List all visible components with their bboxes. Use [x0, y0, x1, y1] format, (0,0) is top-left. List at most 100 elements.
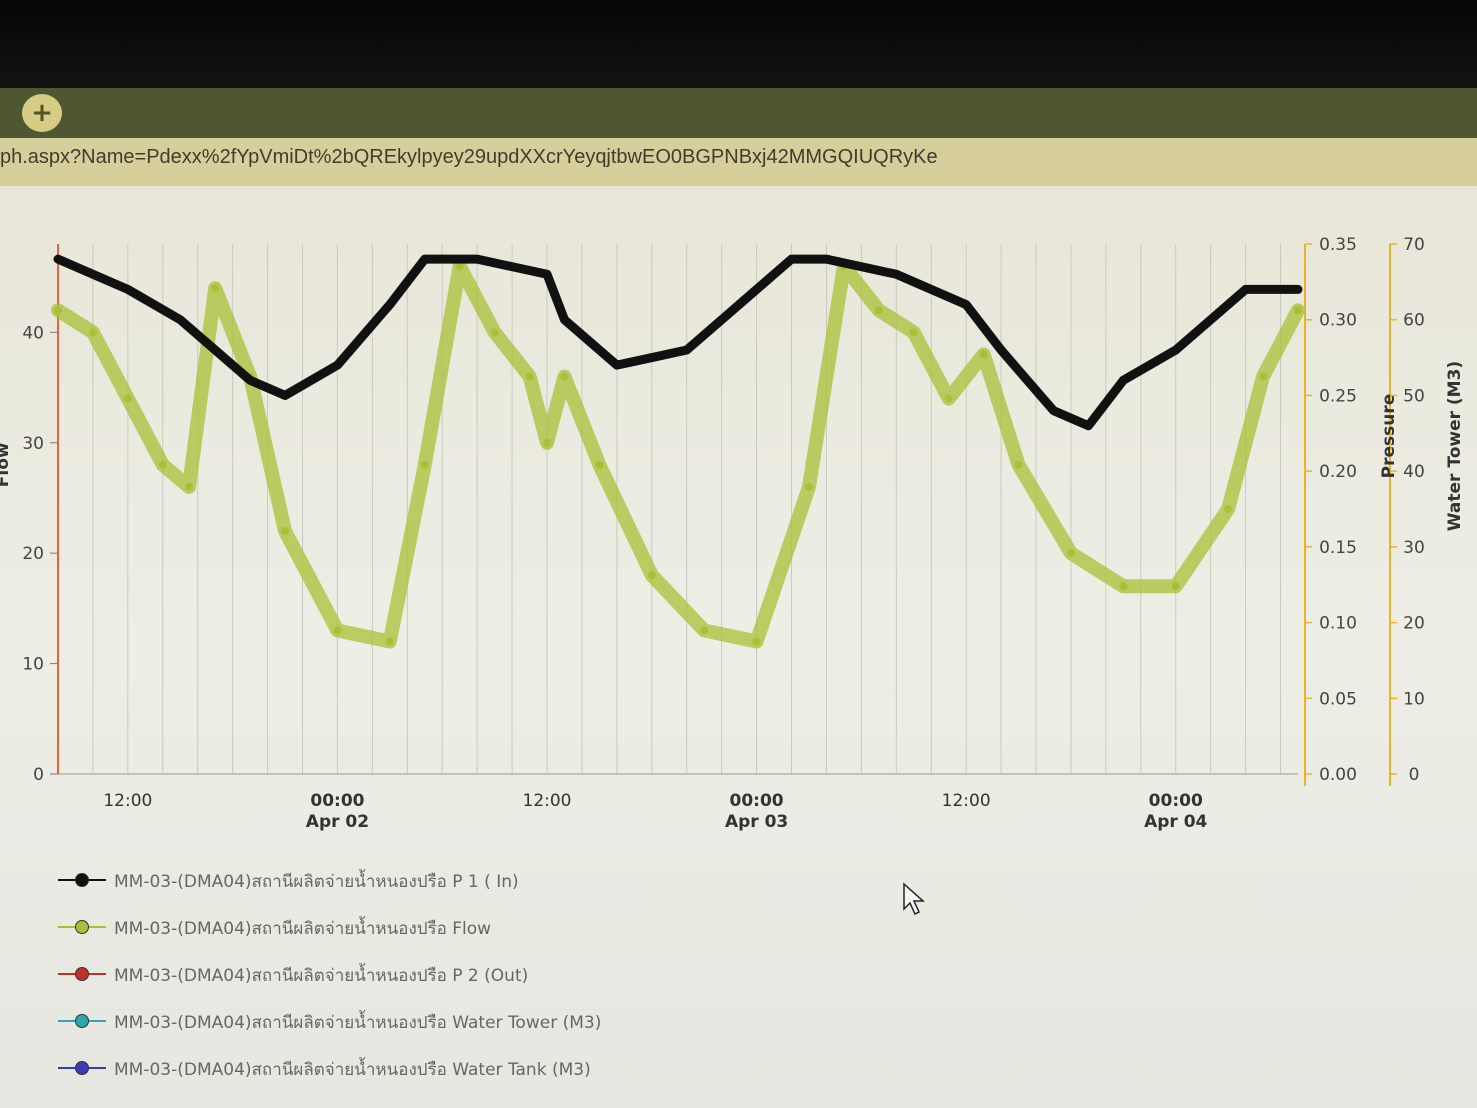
data-point	[184, 482, 193, 491]
y-tick-label: 30	[22, 434, 44, 454]
data-point	[647, 571, 656, 580]
legend-marker-icon	[75, 967, 89, 981]
data-point	[1171, 582, 1180, 591]
data-point	[525, 372, 534, 381]
legend-label: MM-03-(DMA04)สถานีผลิตจ่ายน้ำหนองปรือ P …	[114, 872, 519, 892]
data-point	[787, 255, 796, 264]
y-tick-label: 40	[22, 323, 44, 343]
data-point	[1294, 285, 1302, 294]
pressure-tick-label: 0.20	[1319, 462, 1357, 482]
pressure-tick-label: 0.30	[1319, 311, 1357, 331]
tower-tick-label: 60	[1403, 311, 1425, 331]
legend-marker-icon	[75, 1014, 89, 1028]
data-point	[54, 306, 62, 315]
page-content: 0 10 20 30 40 Flow 0.00 0.05 0.10 0.15 0.20 0.25 0.3…	[0, 186, 1477, 1108]
tower-tick-label: 70	[1403, 235, 1425, 255]
data-point	[1066, 549, 1075, 558]
data-point	[490, 328, 499, 337]
legend-marker-icon	[75, 1061, 89, 1075]
data-point	[1294, 306, 1302, 315]
x-tick-date: Apr 03	[725, 812, 788, 832]
data-point	[560, 372, 569, 381]
data-point	[1171, 346, 1180, 354]
data-point	[874, 306, 883, 315]
data-point	[246, 376, 255, 385]
data-point	[420, 255, 429, 264]
data-point	[385, 300, 394, 309]
data-point	[88, 328, 97, 337]
pressure-tick-label: 0.05	[1319, 689, 1357, 709]
tower-axis-title: Water Tower (M3)	[1445, 361, 1465, 531]
data-point	[420, 460, 429, 469]
data-point	[804, 482, 813, 491]
data-point	[123, 394, 132, 403]
browser-tab-bar	[0, 88, 1477, 138]
tower-tick-label: 50	[1403, 386, 1425, 406]
data-point	[1241, 285, 1250, 294]
y-tick-label: 0	[33, 765, 44, 785]
pressure-tick-label: 0.25	[1319, 386, 1357, 406]
tower-tick-label: 40	[1403, 462, 1425, 482]
series-line	[51, 259, 1305, 649]
legend-marker-icon	[75, 873, 89, 887]
data-point	[962, 300, 971, 309]
data-point	[211, 284, 220, 293]
line-chart: 0 10 20 30 40 Flow 0.00 0.05 0.10 0.15 0.20 0.25 0.3…	[0, 235, 1465, 832]
data-point	[1276, 285, 1285, 294]
data-point	[1119, 582, 1128, 591]
data-point	[560, 315, 569, 324]
mouse-cursor-icon	[903, 882, 925, 916]
legend-marker-icon	[75, 920, 89, 934]
y-tick-label: 10	[22, 655, 44, 675]
data-point	[543, 438, 552, 447]
tower-tick-label: 0	[1409, 765, 1420, 785]
legend-label: MM-03-(DMA04)สถานีผลิตจ่ายน้ำหนองปรือ Wa…	[114, 1013, 602, 1033]
pressure-tick-label: 0.15	[1319, 538, 1357, 558]
pressure-tick-label: 0.10	[1319, 614, 1357, 634]
monitor-bezel	[0, 0, 1477, 92]
data-point	[1259, 372, 1268, 381]
data-point	[158, 460, 167, 469]
data-point	[54, 255, 62, 264]
data-point	[612, 361, 621, 370]
x-tick-label: 00:00	[310, 791, 364, 811]
data-point	[281, 391, 290, 400]
data-point	[473, 255, 482, 264]
data-point	[123, 285, 132, 294]
url-text[interactable]: ph.aspx?Name=Pdexx%2fYpVmiDt%2bQREkylpye…	[0, 146, 938, 169]
x-tick-label: 12:00	[103, 791, 152, 811]
legend-label: MM-03-(DMA04)สถานีผลิตจ่ายน้ำหนองปรือ Wa…	[114, 1060, 591, 1080]
x-tick-label: 00:00	[730, 791, 784, 811]
legend-label: MM-03-(DMA04)สถานีผลิตจ่ายน้ำหนองปรือ Fl…	[114, 919, 492, 939]
x-tick-date: Apr 02	[306, 812, 369, 832]
pressure-tick-label: 0.35	[1319, 235, 1357, 255]
data-point	[752, 637, 761, 646]
data-point	[385, 637, 394, 646]
tower-tick-label: 20	[1403, 614, 1425, 634]
tower-tick-label: 30	[1403, 538, 1425, 558]
x-tick-label: 12:00	[942, 791, 991, 811]
data-point	[176, 315, 185, 324]
data-point	[944, 394, 953, 403]
x-tick-label: 12:00	[523, 791, 572, 811]
tower-tick-label: 10	[1403, 689, 1425, 709]
data-point	[1084, 421, 1093, 430]
data-point	[333, 361, 342, 370]
y-tick-label: 20	[22, 544, 44, 564]
data-point	[543, 270, 552, 279]
data-point	[1049, 406, 1058, 415]
data-point	[333, 626, 342, 635]
data-point	[892, 270, 901, 279]
pressure-axis-title: Pressure	[1379, 394, 1399, 479]
data-point	[997, 346, 1006, 354]
data-point	[1206, 315, 1215, 324]
new-tab-button[interactable]: +	[22, 94, 62, 132]
legend-label: MM-03-(DMA04)สถานีผลิตจ่ายน้ำหนองปรือ P …	[114, 966, 529, 986]
data-point	[682, 346, 691, 354]
data-point	[595, 460, 604, 469]
data-point	[1119, 376, 1128, 385]
data-point	[281, 527, 290, 536]
data-point	[752, 285, 761, 294]
data-point	[1014, 460, 1023, 469]
data-point	[700, 626, 709, 635]
